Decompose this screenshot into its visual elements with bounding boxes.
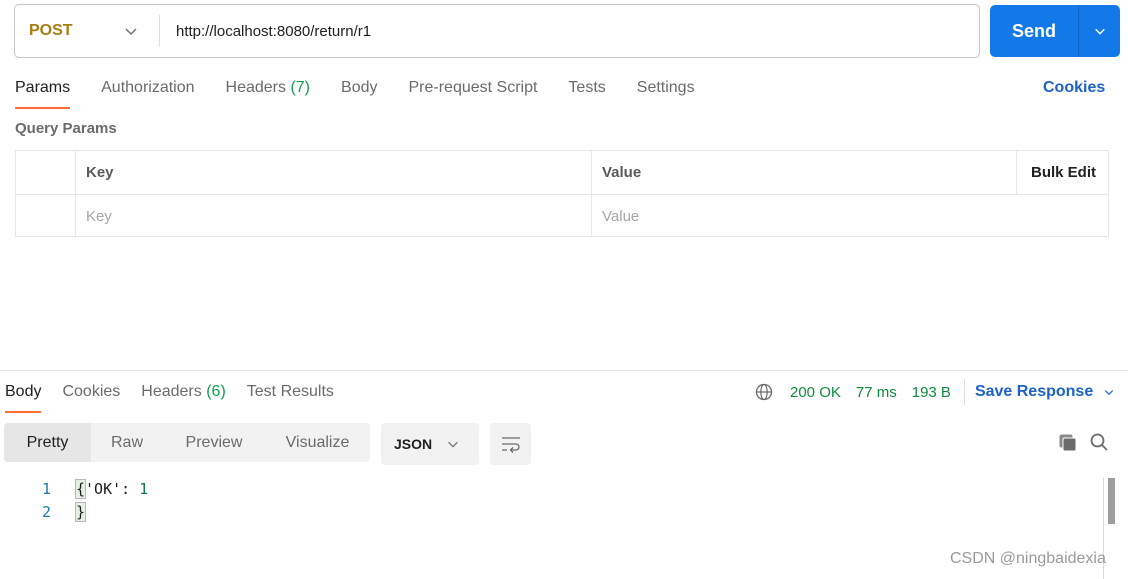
view-visualize[interactable]: Visualize [265,423,370,462]
response-tab-cookies[interactable]: Cookies [62,380,120,404]
tab-label: Headers [225,79,286,96]
key-input[interactable]: Key [75,195,591,237]
watermark: CSDN @ningbaidexia [950,550,1106,567]
view-raw[interactable]: Raw [91,423,163,462]
json-value: 1 [139,480,149,498]
save-response-button[interactable]: Save Response [975,383,1115,401]
response-time[interactable]: 77 ms [856,384,897,401]
response-tab-headers[interactable]: Headers (6) [141,380,226,404]
tab-count: (7) [290,79,311,96]
row-checkbox-cell [16,195,75,237]
wrap-lines-button[interactable] [490,423,531,465]
save-response-label: Save Response [974,383,1094,400]
status-code[interactable]: 200 OK [790,384,841,401]
method-label: POST [29,22,73,39]
response-tabs: Body Cookies Headers (6) Test Results [5,380,355,413]
tab-settings[interactable]: Settings [637,76,695,100]
tab-label: Params [15,79,71,96]
cookies-link[interactable]: Cookies [1043,76,1105,100]
scrollbar-thumb[interactable] [1108,478,1115,524]
tab-headers[interactable]: Headers (7) [226,76,311,100]
tab-label: Authorization [101,79,195,96]
chevron-down-icon [125,28,137,35]
tab-label: Headers [141,383,202,400]
tab-label: Cookies [62,383,121,400]
divider [963,379,965,405]
query-params-table: Key Value Bulk Edit Key Value [15,150,1109,237]
chevron-down-icon [448,441,458,448]
tab-label: Pre-request Script [408,79,538,96]
format-label: JSON [394,436,433,452]
send-button-group: Send [990,5,1120,57]
copy-icon[interactable] [1058,433,1078,453]
tab-label: Body [341,79,378,96]
close-brace: } [74,502,87,522]
url-input[interactable]: http://localhost:8080/return/r1 [160,23,979,40]
method-select[interactable]: POST [15,5,159,57]
tab-params[interactable]: Params [15,76,71,109]
table-header-row: Key Value Bulk Edit [16,151,1108,194]
tab-label: Settings [636,79,695,96]
response-tab-body[interactable]: Body [5,380,42,413]
query-params-title: Query Params [15,120,117,137]
response-divider[interactable] [0,370,1128,371]
send-options-button[interactable] [1079,5,1120,57]
row-actions-cell [1016,195,1108,237]
tab-tests[interactable]: Tests [568,76,605,100]
checkbox-column-header [16,151,75,194]
tab-label: Tests [568,79,606,96]
code-line: 1 {'OK': 1 [0,478,148,501]
tab-count: (6) [206,383,226,400]
tab-label: Body [5,383,42,400]
tab-body[interactable]: Body [341,76,377,100]
tab-label: Test Results [246,383,334,400]
request-tabs: Params Authorization Headers (7) Body Pr… [15,76,726,110]
line-number: 1 [41,480,51,498]
search-icon[interactable] [1089,432,1109,452]
wrap-lines-icon [501,437,520,453]
tab-pre-request-script[interactable]: Pre-request Script [408,76,537,100]
globe-icon[interactable] [754,382,774,402]
view-preview[interactable]: Preview [163,423,265,462]
code-text: {'OK': 1 [74,478,149,501]
response-size[interactable]: 193 B [912,384,951,401]
format-select[interactable]: JSON [381,423,479,465]
column-header-key: Key [75,151,591,194]
code-text: } [74,501,87,524]
json-key: 'OK': [85,480,140,498]
chevron-down-icon [1105,390,1114,396]
response-body-editor[interactable]: 1 {'OK': 1 2 } [0,478,148,524]
view-pretty[interactable]: Pretty [4,423,91,462]
url-bar: POST http://localhost:8080/return/r1 [14,4,980,58]
column-header-value: Value [591,151,1016,194]
send-button[interactable]: Send [990,5,1078,57]
response-meta: 200 OK 77 ms 193 B Save Response [754,379,1115,405]
chevron-down-icon [1094,28,1105,35]
code-line: 2 } [0,501,148,524]
response-tab-test-results[interactable]: Test Results [247,380,334,404]
table-row: Key Value [16,194,1108,237]
open-brace: { [74,479,87,499]
bulk-edit-button[interactable]: Bulk Edit [1016,151,1108,194]
line-number: 2 [41,503,51,521]
tab-authorization[interactable]: Authorization [101,76,194,100]
view-mode-selector: Pretty Raw Preview Visualize [4,423,370,462]
value-input[interactable]: Value [591,195,1016,237]
